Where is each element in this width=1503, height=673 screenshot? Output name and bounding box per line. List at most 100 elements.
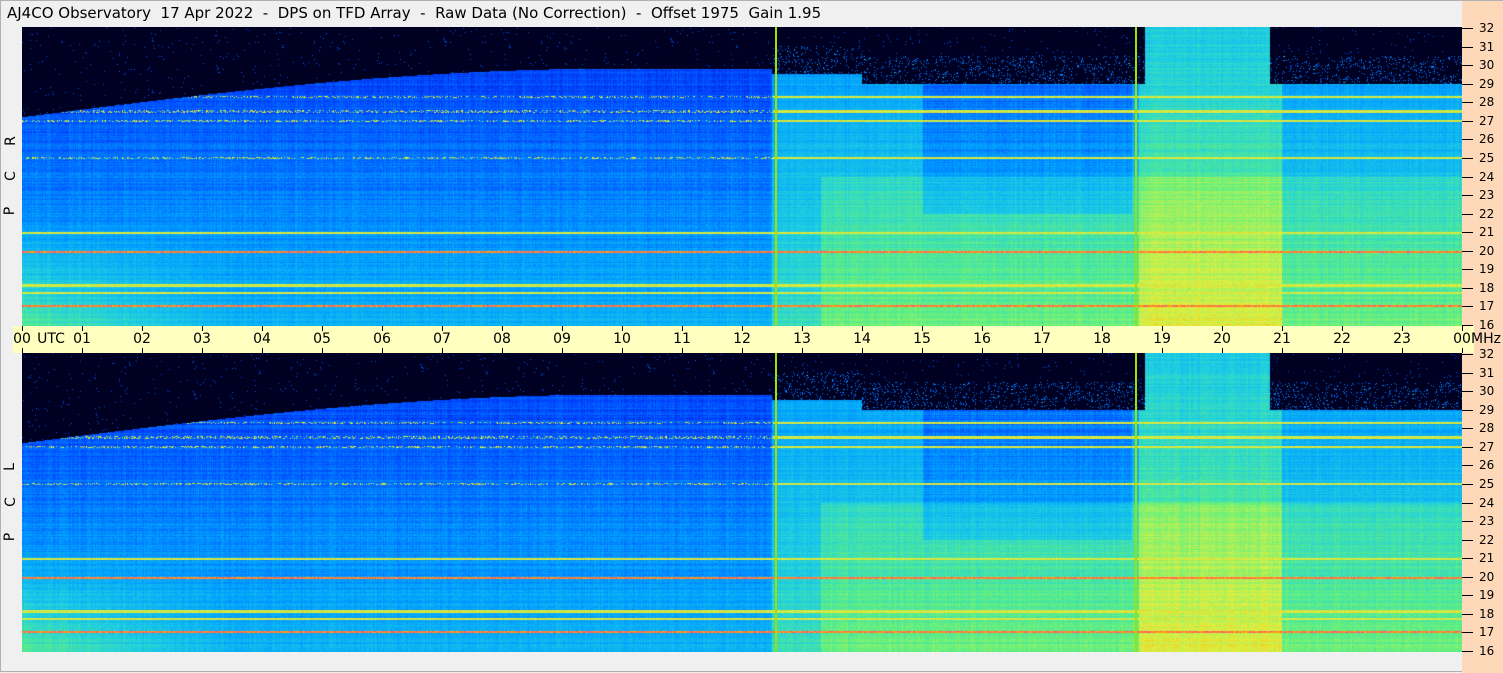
time-tick-label: 23 — [1393, 331, 1411, 347]
time-tick — [1162, 348, 1163, 353]
time-tick — [1102, 348, 1103, 353]
time-tick-label: 21 — [1273, 331, 1291, 347]
time-tick — [802, 348, 803, 353]
freq-tick — [1462, 613, 1473, 615]
freq-tick — [1462, 269, 1473, 271]
freq-tick-label: 32 — [1479, 21, 1495, 35]
freq-tick-label: 17 — [1479, 625, 1495, 640]
time-axis-label: UTC — [37, 331, 65, 347]
rcp-spectrogram — [22, 27, 1462, 326]
time-tick-label: 19 — [1153, 331, 1171, 347]
time-tick — [142, 348, 143, 353]
time-tick — [322, 348, 323, 353]
time-tick-label: 02 — [133, 331, 151, 347]
rcp-heatmap — [22, 27, 1462, 326]
freq-tick — [1462, 428, 1473, 430]
freq-tick — [1462, 232, 1473, 234]
freq-tick — [1462, 287, 1473, 289]
freq-tick-label: 20 — [1479, 243, 1495, 258]
freq-tick-label: 29 — [1479, 402, 1495, 417]
time-tick-label: 01 — [73, 331, 91, 347]
freq-tick — [1462, 213, 1473, 215]
freq-tick — [1462, 195, 1473, 197]
time-tick — [742, 348, 743, 353]
time-tick-label: 11 — [673, 331, 691, 347]
time-tick — [22, 348, 23, 353]
polarization-letter: P — [2, 206, 19, 216]
time-tick — [262, 348, 263, 353]
freq-tick — [1462, 372, 1473, 374]
freq-tick — [1462, 354, 1473, 355]
freq-tick-label: 17 — [1479, 299, 1495, 314]
freq-tick — [1462, 65, 1473, 67]
freq-tick-label: 27 — [1479, 439, 1495, 454]
freq-tick — [1462, 632, 1473, 634]
freq-tick — [1462, 325, 1473, 326]
freq-tick-label: 24 — [1479, 169, 1495, 184]
polarization-letter: R — [2, 136, 19, 146]
time-tick-label: 20 — [1213, 331, 1231, 347]
time-tick-label: 18 — [1093, 331, 1111, 347]
time-marker-line — [1135, 353, 1137, 652]
freq-tick — [1462, 558, 1473, 560]
freq-tick-label: 28 — [1479, 95, 1495, 110]
polarization-letter: C — [2, 171, 19, 181]
lcp-heatmap — [22, 353, 1462, 652]
time-tick — [1462, 348, 1463, 353]
time-tick — [502, 348, 503, 353]
time-tick — [982, 348, 983, 353]
freq-tick-label: 31 — [1479, 365, 1495, 380]
time-tick — [1402, 348, 1403, 353]
freq-tick-label: 23 — [1479, 188, 1495, 203]
freq-tick — [1462, 446, 1473, 448]
freq-tick-label: 16 — [1479, 318, 1495, 332]
time-marker-line — [775, 27, 777, 326]
freq-tick-label: 31 — [1479, 39, 1495, 54]
time-tick-label: 12 — [733, 331, 751, 347]
time-tick-label: 04 — [253, 331, 271, 347]
freq-tick — [1462, 521, 1473, 523]
time-tick-label: 22 — [1333, 331, 1351, 347]
time-tick — [922, 348, 923, 353]
freq-tick — [1462, 409, 1473, 411]
time-tick-label: 08 — [493, 331, 511, 347]
chart-title: AJ4CO Observatory 17 Apr 2022 - DPS on T… — [7, 4, 822, 22]
freq-tick-label: 16 — [1479, 644, 1495, 658]
freq-tick-label: 29 — [1479, 76, 1495, 91]
freq-tick-label: 24 — [1479, 495, 1495, 510]
freq-tick — [1462, 120, 1473, 122]
time-tick-label: 16 — [973, 331, 991, 347]
time-marker-line — [775, 353, 777, 652]
time-tick — [562, 348, 563, 353]
freq-tick — [1462, 46, 1473, 48]
time-tick — [82, 348, 83, 353]
time-tick — [682, 348, 683, 353]
freq-tick-label: 28 — [1479, 421, 1495, 436]
time-tick — [442, 348, 443, 353]
time-tick — [1042, 348, 1043, 353]
freq-tick — [1462, 483, 1473, 485]
polarization-letter: P — [2, 532, 19, 542]
time-tick-label: 06 — [373, 331, 391, 347]
time-tick-label: 07 — [433, 331, 451, 347]
polarization-letter: L — [1, 463, 18, 471]
time-tick-label: 17 — [1033, 331, 1051, 347]
time-tick-label: 10 — [613, 331, 631, 347]
freq-tick — [1462, 539, 1473, 541]
freq-tick-label: 18 — [1479, 280, 1495, 295]
freq-tick — [1462, 391, 1473, 393]
freq-tick-label: 30 — [1479, 384, 1495, 399]
freq-tick-label: 32 — [1479, 347, 1495, 361]
freq-tick — [1462, 83, 1473, 85]
freq-tick-label: 25 — [1479, 150, 1495, 165]
time-tick — [622, 348, 623, 353]
freq-tick — [1462, 28, 1473, 29]
freq-tick-label: 19 — [1479, 262, 1495, 277]
time-tick — [202, 348, 203, 353]
time-tick — [1222, 348, 1223, 353]
polarization-letter: C — [2, 497, 19, 507]
time-tick-label: 09 — [553, 331, 571, 347]
freq-tick-label: 20 — [1479, 569, 1495, 584]
freq-tick — [1462, 502, 1473, 504]
freq-tick — [1462, 139, 1473, 141]
